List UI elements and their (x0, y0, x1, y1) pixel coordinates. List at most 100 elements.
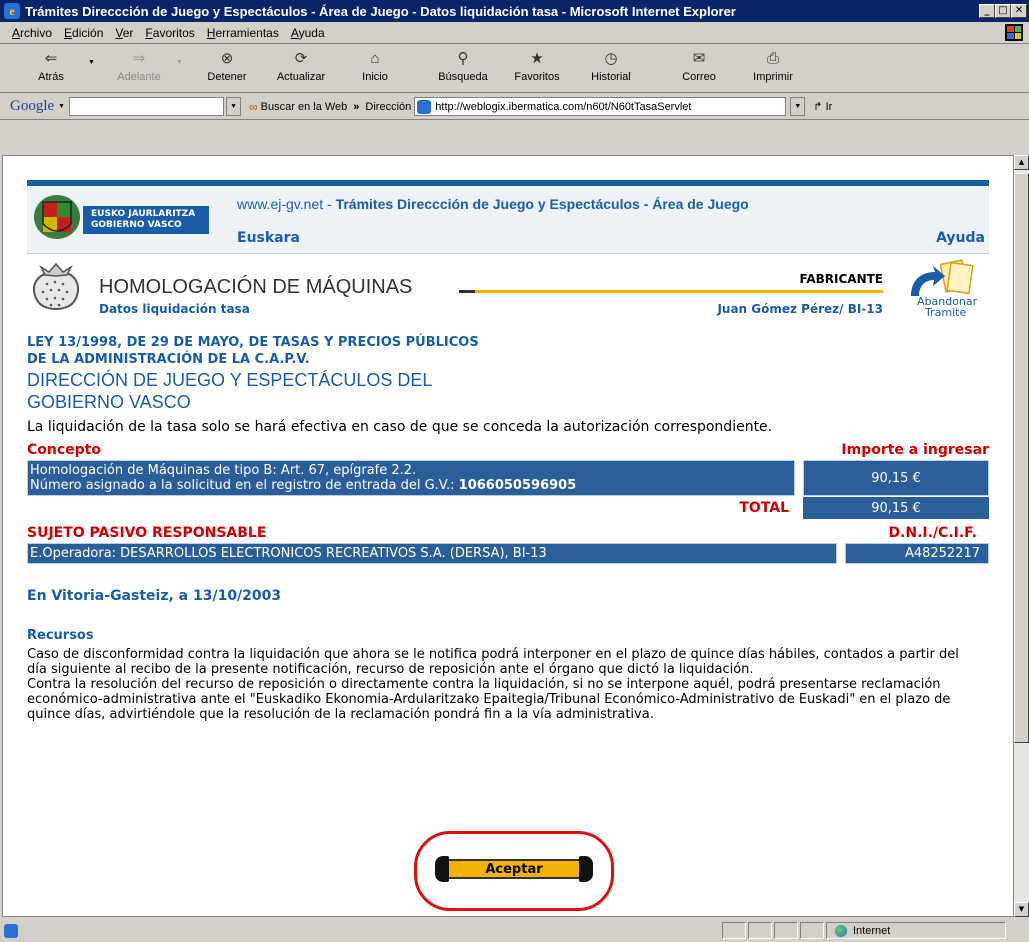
maximize-button[interactable]: □ (995, 4, 1011, 18)
status-panel (774, 922, 798, 939)
place-and-date: En Vitoria-Gasteiz, a 13/10/2003 (27, 588, 282, 604)
law-title-line-1: LEY 13/1998, DE 29 DE MAYO, DE TASAS Y P… (27, 335, 479, 350)
accept-label: Aceptar (449, 859, 579, 879)
print-icon: ⎙ (766, 50, 779, 67)
user-name: Juan Gómez Pérez/ BI-13 (717, 302, 883, 316)
address-input[interactable]: http://weblogix.ibermatica.com/n60t/N60t… (414, 97, 787, 116)
back-button[interactable]: ⇐ Atrás (14, 45, 88, 83)
print-button[interactable]: ⎙ Imprimir (736, 45, 810, 83)
home-icon: ⌂ (370, 50, 380, 67)
scroll-down-icon[interactable]: ▼ (1014, 902, 1029, 917)
go-arrow-icon: ↱ (813, 101, 823, 113)
cif-cell: A48252217 (845, 543, 989, 564)
status-panel (748, 922, 772, 939)
title-accent-line (475, 290, 883, 293)
abandon-label: Abandonar Tramite (917, 295, 978, 319)
toolbar: ⇐ Atrás ▼ ⇒ Adelante ▼ ⊗ Detener ⟳ Actua… (0, 45, 1029, 93)
abandon-process-button[interactable]: Abandonar Tramite (901, 258, 989, 326)
gobierno-vasco-label: EUSKO JAURLARITZA GOBIERNO VASCO (83, 206, 209, 234)
concept-cell: Homologación de Máquinas de tipo B: Art.… (27, 460, 795, 496)
refresh-icon: ⟳ (294, 50, 308, 67)
google-dropdown-icon[interactable]: ▼ (58, 103, 65, 110)
search-web-button[interactable]: ∞ Buscar en la Web (249, 100, 347, 114)
menu-edicion[interactable]: Edición (58, 26, 109, 40)
subject-name-cell: E.Operadora: DESARROLLOS ELECTRONICOS RE… (27, 543, 837, 564)
table-row: Homologación de Máquinas de tipo B: Art.… (27, 460, 989, 496)
subject-table-header: SUJETO PASIVO RESPONSABLE D.N.I./C.I.F. (27, 525, 989, 541)
favorites-icon: ★ (530, 50, 544, 67)
scroll-up-icon[interactable]: ▲ (1014, 155, 1029, 170)
language-link[interactable]: Euskara (237, 230, 300, 246)
forward-button[interactable]: ⇒ Adelante (102, 45, 176, 83)
section-title: HOMOLOGACIÓN DE MÁQUINAS (99, 276, 413, 298)
menu-ayuda[interactable]: Ayuda (285, 26, 331, 40)
security-zone: Internet (826, 922, 1006, 939)
address-dropdown-icon[interactable]: ▼ (790, 97, 806, 116)
strawberry-icon (32, 262, 80, 310)
amount-cell: 90,15 € (803, 460, 989, 496)
mail-button[interactable]: ✉ Correo (662, 45, 736, 83)
site-link[interactable]: www.ej-gv.net (237, 196, 323, 212)
address-bar: Google ▼ ▼ ∞ Buscar en la Web » Direcció… (0, 94, 1029, 120)
abandon-documents-icon (911, 259, 974, 296)
status-bar: Internet (0, 919, 1029, 942)
stop-icon: ⊗ (220, 50, 234, 67)
section-header: HOMOLOGACIÓN DE MÁQUINAS Datos liquidaci… (27, 254, 989, 330)
menu-ver[interactable]: Ver (109, 26, 139, 40)
back-dropdown-icon[interactable]: ▼ (88, 45, 102, 66)
go-button[interactable]: ↱ Ir (813, 100, 832, 113)
concept-table-header: Concepto Importe a ingresar (27, 442, 989, 458)
window-titlebar: e Trámites Direccción de Juego y Espectá… (0, 0, 1029, 22)
google-combo-dropdown-icon[interactable]: ▼ (226, 97, 242, 116)
recursos-paragraph-1: Caso de disconformidad contra la liquida… (27, 647, 959, 677)
history-button[interactable]: ◷ Historial (574, 45, 648, 83)
effectiveness-note: La liquidación de la tasa solo se hará e… (27, 419, 773, 435)
forward-arrow-icon: ⇒ (132, 50, 146, 67)
help-link[interactable]: Ayuda (936, 230, 985, 246)
directorate-line-2: GOBIERNO VASCO (27, 392, 191, 412)
table-row: E.Operadora: DESARROLLOS ELECTRONICOS RE… (27, 543, 989, 564)
google-search-input[interactable] (69, 97, 225, 116)
scroll-thumb[interactable] (1014, 173, 1029, 743)
favorites-button[interactable]: ★ Favoritos (500, 45, 574, 83)
menu-archivo[interactable]: Archivo (6, 26, 58, 40)
back-arrow-icon: ⇐ (44, 50, 58, 67)
menu-bar: Archivo Edición Ver Favoritos Herramient… (0, 22, 1029, 44)
history-icon: ◷ (604, 50, 618, 67)
recursos-paragraph-2: Contra la resolución del recurso de repo… (27, 677, 951, 722)
gobierno-vasco-logo: EUSKO JAURLARITZA GOBIERNO VASCO (33, 194, 211, 240)
cif-column-header: D.N.I./C.I.F. (888, 525, 977, 541)
google-label[interactable]: Google (10, 98, 54, 115)
home-button[interactable]: ⌂ Inicio (338, 45, 412, 83)
refresh-button[interactable]: ⟳ Actualizar (264, 45, 338, 83)
vertical-scrollbar[interactable]: ▲ ▼ (1014, 155, 1029, 917)
title-divider (459, 290, 475, 293)
forward-dropdown-icon[interactable]: ▼ (176, 45, 190, 66)
window-controls: _ □ ✕ (979, 4, 1027, 18)
accept-left-cap (435, 856, 449, 882)
windows-flag-icon (1005, 24, 1023, 41)
menu-herramientas[interactable]: Herramientas (201, 26, 285, 40)
status-panels (722, 922, 826, 939)
menu-favoritos[interactable]: Favoritos (139, 26, 200, 40)
user-role: FABRICANTE (799, 272, 883, 286)
total-row: TOTAL 90,15 € (27, 497, 989, 519)
site-title: Trámites Direccción de Juego y Espectácu… (335, 196, 749, 212)
registry-number: 1066050596905 (458, 478, 577, 493)
mail-icon: ✉ (692, 50, 706, 67)
site-header: EUSKO JAURLARITZA GOBIERNO VASCO www.ej-… (27, 186, 989, 254)
site-breadcrumb: www.ej-gv.net - Trámites Direccción de J… (237, 196, 749, 212)
binoculars-icon: ∞ (249, 99, 258, 114)
ie-logo-icon: e (4, 3, 20, 19)
toolbar-overflow-icon[interactable]: » (353, 101, 359, 113)
close-button[interactable]: ✕ (1011, 4, 1027, 18)
accept-button[interactable]: Aceptar (435, 856, 593, 882)
search-button[interactable]: ⚲ Búsqueda (426, 45, 500, 83)
subject-column-header: SUJETO PASIVO RESPONSABLE (27, 525, 267, 541)
amount-column-header: Importe a ingresar (841, 442, 989, 458)
minimize-button[interactable]: _ (979, 4, 995, 18)
section-subtitle: Datos liquidación tasa (99, 302, 250, 316)
total-amount: 90,15 € (803, 497, 989, 519)
stop-button[interactable]: ⊗ Detener (190, 45, 264, 83)
address-label: Dirección (365, 100, 412, 113)
